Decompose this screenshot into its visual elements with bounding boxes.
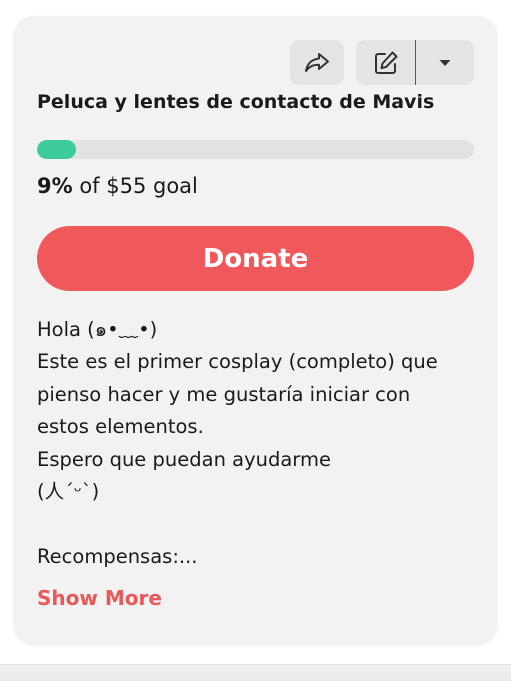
share-arrow-icon [305,52,329,72]
show-more-link[interactable]: Show More [37,583,162,613]
description-line: Hola (๑•﹏•) [37,318,158,341]
description-blank-line [37,508,482,540]
more-options-dropdown[interactable] [416,40,474,85]
description-line: Recompensas:... [37,544,198,568]
progress-fill [37,140,77,159]
edit-button-group [356,40,474,85]
description-line: (人ˊᵕˋ) [37,479,100,503]
edit-button[interactable] [356,40,416,85]
donate-button[interactable]: Donate [37,226,474,291]
goal-summary: 9% of $55 goal [37,171,198,201]
next-card-edge [0,664,511,681]
campaign-card: Peluca y lentes de contacto de Mavis 9% … [14,16,497,644]
description-line: Espero que puedan ayudarme [37,447,331,471]
goal-text: of $55 goal [72,174,198,198]
description-line: pienso hacer y me gustaría iniciar con [37,382,411,406]
pencil-square-icon [374,51,397,74]
caret-down-icon [439,59,451,66]
description-line: Este es el primer cosplay (completo) que [37,350,438,374]
campaign-title: Peluca y lentes de contacto de Mavis [37,91,435,113]
share-button[interactable] [290,40,344,85]
progress-bar [37,140,474,159]
description-line: estos elementos. [37,415,204,439]
progress-percent: 9% [37,174,73,198]
campaign-description: Hola (๑•﹏•) Este es el primer cosplay (c… [37,314,482,573]
